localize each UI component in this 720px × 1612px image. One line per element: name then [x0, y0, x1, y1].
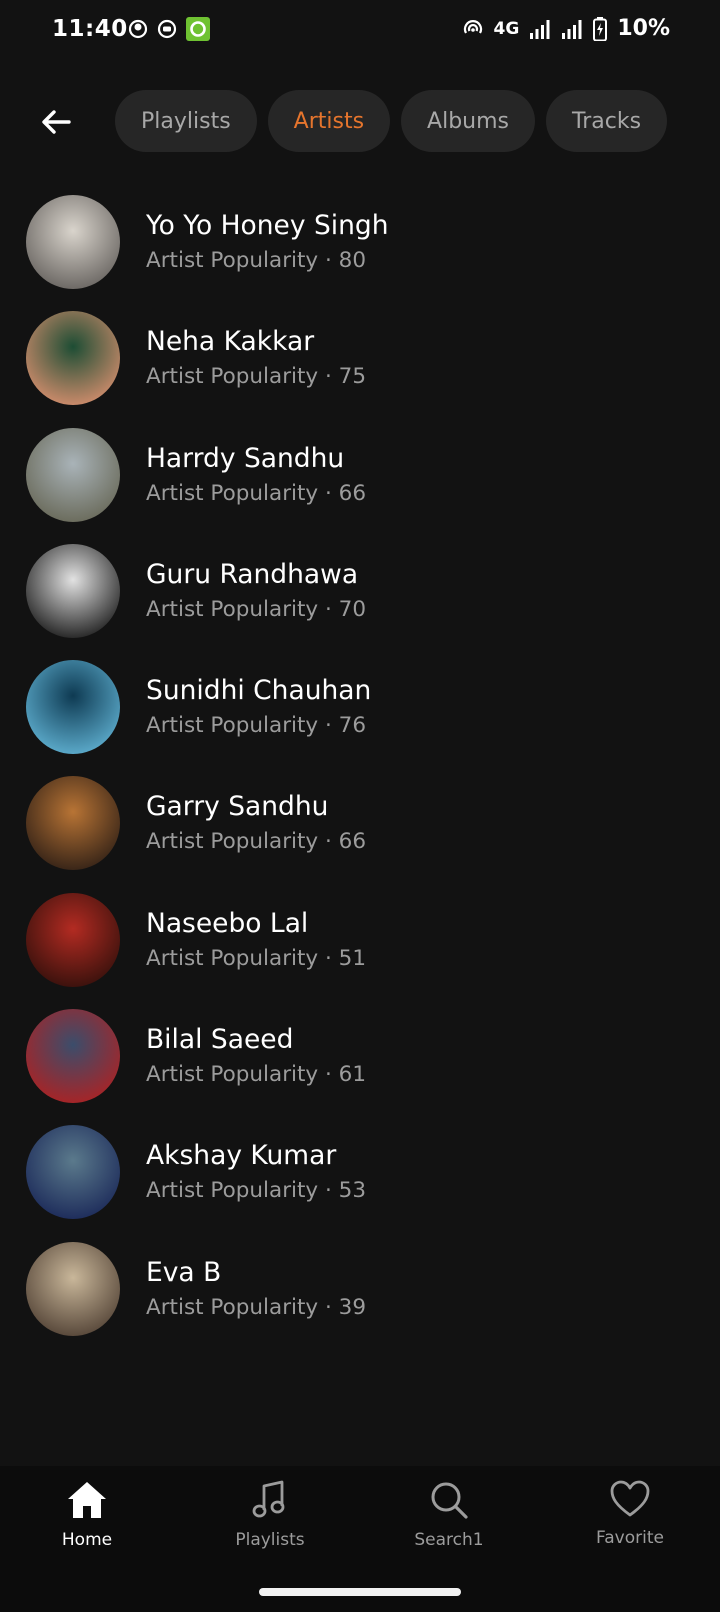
music-note-icon [252, 1480, 285, 1518]
search-icon [431, 1482, 468, 1519]
notification-app-icon [128, 19, 148, 39]
home-icon [68, 1482, 106, 1518]
artist-avatar [26, 1241, 120, 1336]
artist-popularity: Artist Popularity · 61 [146, 1062, 367, 1088]
artist-name: Neha Kakkar [146, 326, 315, 358]
signal-icon-2 [562, 19, 582, 39]
artist-avatar [26, 1125, 120, 1220]
filter-chips: Playlists Artists Albums Tracks [115, 90, 668, 152]
notification-icons [128, 17, 210, 41]
chip-albums[interactable]: Albums [401, 90, 536, 152]
artist-popularity: Artist Popularity · 76 [146, 713, 367, 739]
artist-avatar [26, 311, 120, 406]
artist-row-neha-kakkar[interactable]: Neha Kakkar Artist Popularity · 75 [0, 306, 720, 422]
artist-popularity: Artist Popularity · 66 [146, 480, 367, 506]
chip-artists[interactable]: Artists [267, 90, 391, 152]
artist-popularity: Artist Popularity · 75 [146, 364, 367, 390]
artist-name: Bilal Saeed [146, 1024, 294, 1056]
status-bar: 11:40 4G 10% [0, 0, 720, 62]
artist-avatar [26, 543, 120, 638]
chip-playlists[interactable]: Playlists [115, 90, 257, 152]
status-time: 11:40 [52, 16, 128, 42]
system-status: 4G 10% [462, 16, 670, 41]
artist-name: Eva B [146, 1256, 222, 1288]
battery-icon [593, 16, 608, 41]
network-type: 4G [493, 18, 520, 39]
home-indicator[interactable] [259, 1588, 461, 1596]
nav-home[interactable]: Home [12, 1480, 162, 1550]
artist-avatar [26, 892, 120, 987]
artist-name: Yo Yo Honey Singh [146, 210, 389, 241]
artist-row-naseebo-lal[interactable]: Naseebo Lal Artist Popularity · 51 [0, 888, 720, 1004]
nav-search-label: Search1 [414, 1530, 484, 1550]
artist-avatar [26, 195, 120, 289]
chip-tracks[interactable]: Tracks [546, 90, 668, 152]
artist-row-akshay-kumar[interactable]: Akshay Kumar Artist Popularity · 53 [0, 1120, 720, 1236]
artist-row-bilal-saeed[interactable]: Bilal Saeed Artist Popularity · 61 [0, 1004, 720, 1120]
nav-playlists-label: Playlists [235, 1530, 305, 1550]
hotspot-icon [463, 19, 482, 34]
nav-home-label: Home [61, 1530, 113, 1550]
artist-row-guru-randhawa[interactable]: Guru Randhawa Artist Popularity · 70 [0, 539, 720, 655]
battery-percent: 10% [617, 16, 670, 41]
artist-name: Naseebo Lal [146, 907, 309, 939]
nav-search[interactable]: Search1 [374, 1480, 524, 1550]
nav-favorite-label: Favorite [596, 1528, 664, 1548]
notification-record-icon [157, 19, 177, 39]
artist-row-yo-yo-honey-singh[interactable]: Yo Yo Honey Singh Artist Popularity · 80 [0, 190, 720, 306]
artist-popularity: Artist Popularity · 80 [146, 248, 367, 273]
artist-avatar [26, 660, 120, 755]
artist-row-sunidhi-chauhan[interactable]: Sunidhi Chauhan Artist Popularity · 76 [0, 655, 720, 771]
artists-screen: 11:40 4G 10% Playlists Artists Albums Tr… [0, 0, 720, 1612]
artist-popularity: Artist Popularity · 70 [146, 596, 367, 622]
artist-avatar [26, 1009, 120, 1104]
artist-popularity: Artist Popularity · 53 [146, 1178, 367, 1204]
artist-popularity: Artist Popularity · 51 [146, 945, 367, 971]
artist-popularity: Artist Popularity · 66 [146, 829, 367, 855]
artist-row-harrdy-sandhu[interactable]: Harrdy Sandhu Artist Popularity · 66 [0, 423, 720, 539]
artist-list: Yo Yo Honey Singh Artist Popularity · 80… [0, 190, 720, 1353]
artist-name: Garry Sandhu [146, 791, 329, 823]
artist-avatar [26, 427, 120, 522]
bottom-navigation: Home Playlists Search1 Favorite [0, 1466, 720, 1612]
artist-popularity: Artist Popularity · 39 [146, 1294, 367, 1320]
heart-icon [610, 1480, 650, 1517]
nav-favorite[interactable]: Favorite [555, 1480, 705, 1548]
artist-name: Guru Randhawa [146, 558, 359, 590]
artist-name: Sunidhi Chauhan [146, 675, 372, 707]
nav-playlists[interactable]: Playlists [195, 1480, 345, 1550]
artist-row-eva-b[interactable]: Eva B Artist Popularity · 39 [0, 1237, 720, 1353]
artist-name: Harrdy Sandhu [146, 442, 345, 474]
back-button[interactable] [34, 100, 78, 144]
arrow-left-icon [42, 110, 71, 134]
artist-row-garry-sandhu[interactable]: Garry Sandhu Artist Popularity · 66 [0, 771, 720, 887]
signal-icon [530, 19, 550, 39]
artist-avatar [26, 776, 120, 871]
notification-green-app-icon [186, 17, 210, 41]
artist-name: Akshay Kumar [146, 1140, 337, 1172]
